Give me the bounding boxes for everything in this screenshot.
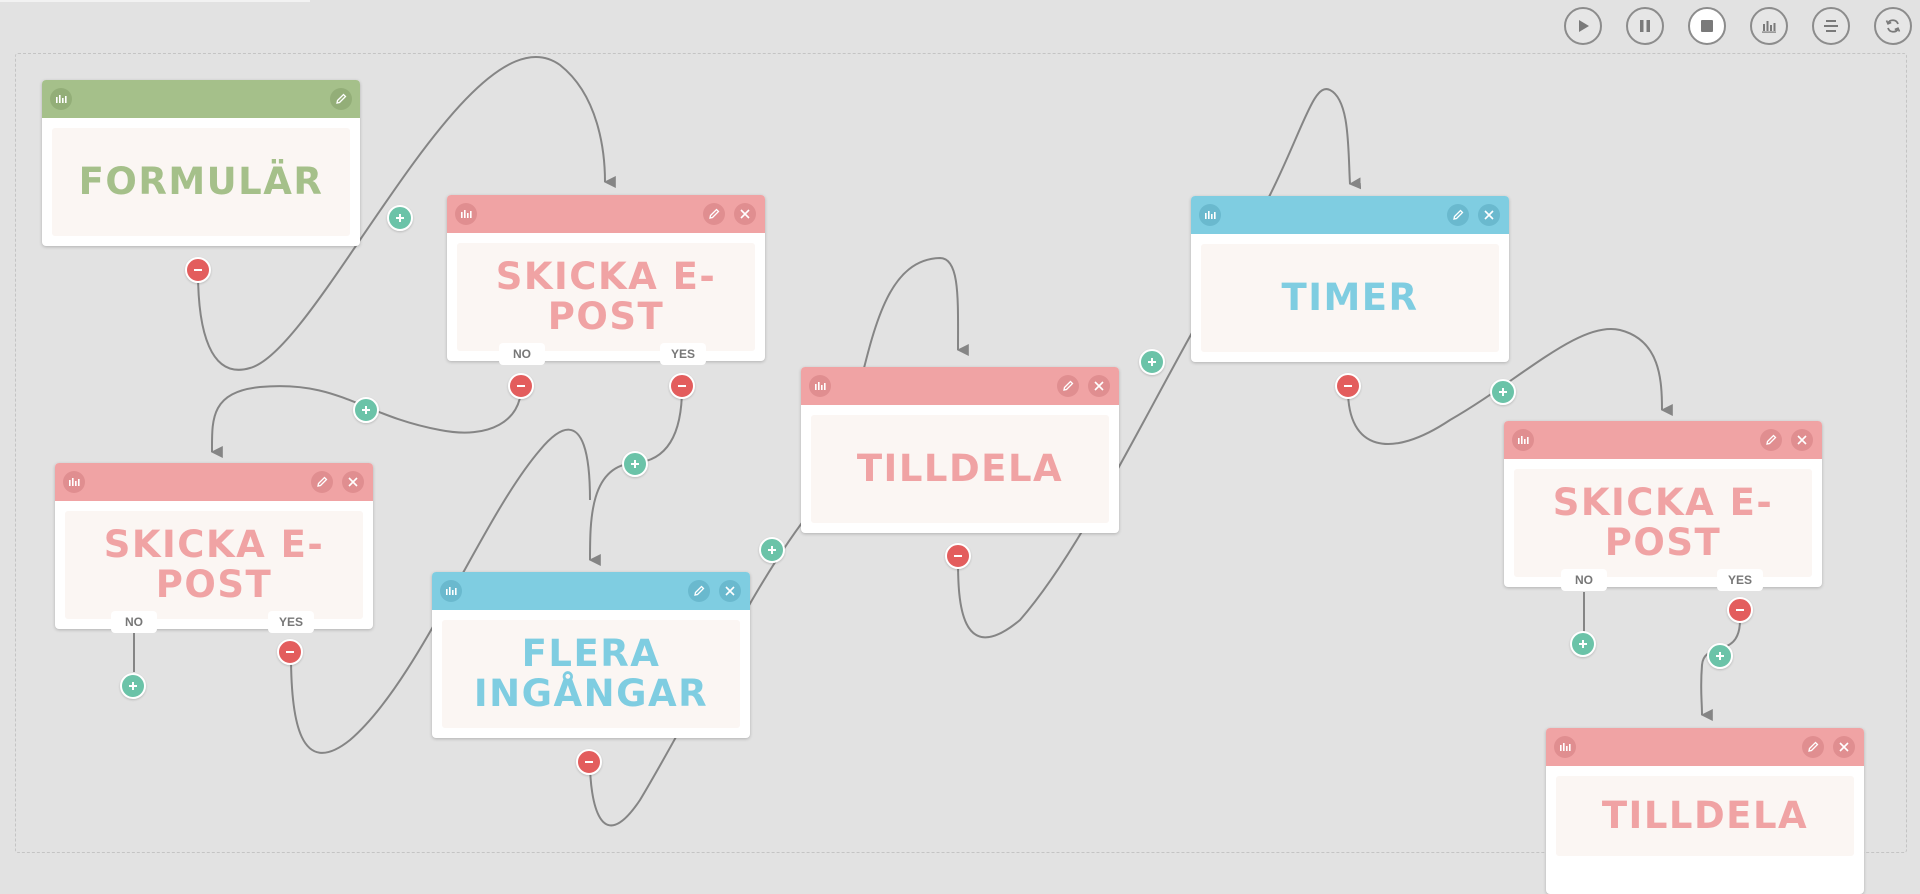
node-title: TIMER	[1281, 276, 1419, 319]
branch-no-label: NO	[111, 611, 157, 633]
node-send-email[interactable]: SKICKA E-POST NO YES	[447, 195, 765, 365]
plus-icon	[1148, 358, 1156, 366]
node-title: TILLDELA	[856, 447, 1064, 490]
minus-icon	[286, 651, 294, 653]
node-assign[interactable]: TILLDELA	[1546, 728, 1864, 894]
stats-icon[interactable]	[50, 88, 72, 110]
pencil-icon[interactable]	[311, 471, 333, 493]
stats-icon[interactable]	[63, 471, 85, 493]
remove-connection-button[interactable]	[185, 257, 211, 283]
close-icon[interactable]	[719, 580, 741, 602]
pencil-icon[interactable]	[330, 88, 352, 110]
node-header[interactable]	[801, 367, 1119, 405]
minus-icon	[678, 385, 686, 387]
plus-icon	[362, 406, 370, 414]
stats-icon[interactable]	[440, 580, 462, 602]
plus-icon	[1499, 388, 1507, 396]
node-multiple-inputs[interactable]: FLERA INGÅNGAR	[432, 572, 750, 738]
node-title: FORMULÄR	[78, 160, 324, 203]
minus-icon	[954, 555, 962, 557]
close-icon[interactable]	[734, 203, 756, 225]
stats-icon[interactable]	[809, 375, 831, 397]
add-step-button[interactable]	[353, 397, 379, 423]
pencil-icon[interactable]	[1760, 429, 1782, 451]
plus-icon	[129, 682, 137, 690]
remove-connection-button[interactable]	[1335, 373, 1361, 399]
remove-connection-button[interactable]	[1727, 597, 1753, 623]
stats-icon[interactable]	[1554, 736, 1576, 758]
add-step-button[interactable]	[1490, 379, 1516, 405]
node-body: TILLDELA	[811, 415, 1109, 523]
node-title-line: FLERA	[521, 632, 661, 675]
branch-yes-label: YES	[1717, 569, 1763, 591]
close-icon[interactable]	[1791, 429, 1813, 451]
pencil-icon[interactable]	[1802, 736, 1824, 758]
plus-icon	[768, 546, 776, 554]
node-body: SKICKA E-POST	[1514, 469, 1812, 577]
node-body: SKICKA E-POST	[65, 511, 363, 619]
node-timer[interactable]: TIMER	[1191, 196, 1509, 362]
minus-icon	[585, 761, 593, 763]
branch-yes-label: YES	[268, 611, 314, 633]
node-header[interactable]	[1191, 196, 1509, 234]
node-assign[interactable]: TILLDELA	[801, 367, 1119, 533]
node-send-email[interactable]: SKICKA E-POST NO YES	[1504, 421, 1822, 591]
node-header[interactable]	[432, 572, 750, 610]
minus-icon	[194, 269, 202, 271]
plus-icon	[396, 214, 404, 222]
node-body: TILLDELA	[1556, 776, 1854, 856]
node-header[interactable]	[1546, 728, 1864, 766]
remove-connection-button[interactable]	[508, 373, 534, 399]
node-body: SKICKA E-POST	[457, 243, 755, 351]
pencil-icon[interactable]	[703, 203, 725, 225]
remove-connection-button[interactable]	[945, 543, 971, 569]
close-icon[interactable]	[1833, 736, 1855, 758]
node-header[interactable]	[447, 195, 765, 233]
branch-no-label: NO	[1561, 569, 1607, 591]
add-step-button[interactable]	[387, 205, 413, 231]
minus-icon	[1736, 609, 1744, 611]
close-icon[interactable]	[342, 471, 364, 493]
node-title: SKICKA E-POST	[103, 523, 325, 606]
remove-connection-button[interactable]	[576, 749, 602, 775]
minus-icon	[517, 385, 525, 387]
minus-icon	[1344, 385, 1352, 387]
node-header[interactable]	[42, 80, 360, 118]
node-header[interactable]	[55, 463, 373, 501]
node-body: TIMER	[1201, 244, 1499, 352]
add-step-button[interactable]	[1707, 643, 1733, 669]
node-body: FLERA INGÅNGAR	[442, 620, 740, 728]
remove-connection-button[interactable]	[669, 373, 695, 399]
node-title: SKICKA E-POST	[495, 255, 717, 338]
plus-icon	[631, 460, 639, 468]
node-body: FORMULÄR	[52, 128, 350, 236]
close-icon[interactable]	[1088, 375, 1110, 397]
add-step-button[interactable]	[1570, 631, 1596, 657]
pencil-icon[interactable]	[1057, 375, 1079, 397]
node-header[interactable]	[1504, 421, 1822, 459]
node-title: SKICKA E-POST	[1552, 481, 1774, 564]
add-step-button[interactable]	[759, 537, 785, 563]
stats-icon[interactable]	[1512, 429, 1534, 451]
node-send-email[interactable]: SKICKA E-POST NO YES	[55, 463, 373, 633]
plus-icon	[1579, 640, 1587, 648]
add-step-button[interactable]	[1139, 349, 1165, 375]
stats-icon[interactable]	[1199, 204, 1221, 226]
plus-icon	[1716, 652, 1724, 660]
node-title: TILLDELA	[1601, 794, 1809, 837]
node-formular[interactable]: FORMULÄR	[42, 80, 360, 246]
remove-connection-button[interactable]	[277, 639, 303, 665]
add-step-button[interactable]	[120, 673, 146, 699]
add-step-button[interactable]	[622, 451, 648, 477]
node-title-line: INGÅNGAR	[473, 672, 709, 715]
branch-no-label: NO	[499, 343, 545, 365]
close-icon[interactable]	[1478, 204, 1500, 226]
stats-icon[interactable]	[455, 203, 477, 225]
pencil-icon[interactable]	[688, 580, 710, 602]
branch-yes-label: YES	[660, 343, 706, 365]
node-title: FLERA INGÅNGAR	[474, 634, 708, 714]
pencil-icon[interactable]	[1447, 204, 1469, 226]
